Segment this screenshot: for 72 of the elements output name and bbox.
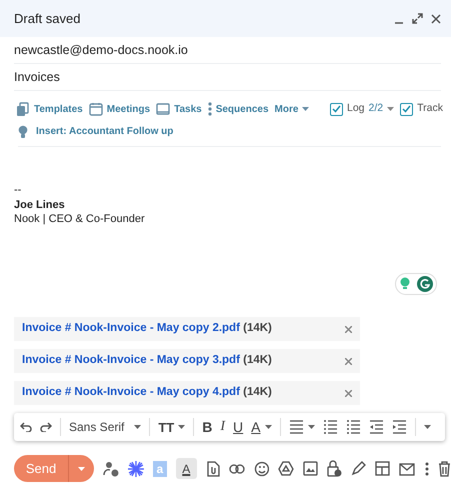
calendar-icon (88, 102, 103, 116)
dots-icon (208, 102, 212, 116)
signature-title: Nook | CEO & Co-Founder (14, 212, 146, 226)
window-title: Draft saved (14, 10, 80, 28)
link-icon[interactable] (228, 464, 245, 474)
trash-icon[interactable] (438, 460, 451, 476)
attach-file-icon[interactable] (206, 460, 220, 476)
indent-icon[interactable] (392, 420, 407, 434)
signature-name: Joe Lines (14, 198, 66, 212)
text-size-dropdown[interactable]: TT (158, 420, 186, 434)
checkbox[interactable] (330, 102, 343, 116)
italic-button[interactable]: I (220, 420, 226, 434)
image-icon[interactable] (303, 461, 318, 476)
g-logo-icon (416, 276, 432, 292)
caret-icon (134, 425, 142, 429)
caret-icon (302, 107, 310, 111)
signature-separator: -- (14, 183, 22, 198)
copy-icon (16, 102, 30, 116)
underline-button[interactable]: U (233, 420, 244, 434)
lightbulb-icon (18, 124, 28, 138)
window-icon (156, 102, 170, 116)
more-menu[interactable]: More (274, 102, 310, 116)
tool-link[interactable]: Templates (34, 102, 83, 116)
caret-icon (424, 425, 431, 429)
attachment-link[interactable]: Invoice # Nook-Invoice - May copy 4.pdf (22, 386, 240, 398)
numbered-list-icon[interactable] (322, 420, 338, 434)
tool-link[interactable]: Tasks (174, 102, 202, 116)
attachment-size: (14K) (243, 354, 272, 366)
caret-icon (178, 425, 186, 429)
remove-icon[interactable] (345, 326, 352, 332)
expand-icon[interactable] (412, 13, 423, 24)
bulleted-list-icon[interactable] (346, 420, 361, 434)
grammarly-widget[interactable] (395, 273, 437, 295)
triangle-icon[interactable] (278, 461, 294, 476)
outdent-icon[interactable] (368, 420, 384, 434)
attachment-link[interactable]: Invoice # Nook-Invoice - May copy 2.pdf (22, 322, 240, 334)
close-icon[interactable] (431, 14, 441, 24)
caret-icon (387, 107, 394, 111)
bold-button[interactable]: B (202, 420, 212, 434)
lightbulb-icon (400, 277, 410, 291)
more-vertical-icon[interactable] (425, 462, 430, 476)
remove-icon[interactable] (345, 390, 352, 396)
log-label: Log (346, 101, 365, 116)
asterisk-icon[interactable] (128, 460, 144, 476)
align-icon[interactable] (288, 420, 304, 434)
remove-icon[interactable] (345, 358, 352, 364)
attachment-size: (14K) (243, 322, 272, 334)
send-options-button[interactable] (68, 455, 94, 482)
log-count: 2/2 (368, 101, 384, 116)
attachment-link[interactable]: Invoice # Nook-Invoice - May copy 3.pdf (22, 354, 240, 366)
caret-icon (264, 425, 272, 429)
checkbox[interactable] (400, 102, 414, 116)
text-color-button[interactable]: A (251, 420, 272, 434)
person-check-icon[interactable] (103, 460, 119, 476)
attachment-size: (14K) (243, 386, 272, 398)
caret-icon (308, 425, 315, 429)
font-dropdown[interactable]: Sans Serif (69, 421, 142, 433)
undo-icon[interactable] (20, 422, 32, 432)
redo-icon[interactable] (40, 422, 52, 432)
subject-field[interactable]: Invoices (14, 68, 441, 86)
envelope-icon[interactable] (399, 461, 416, 476)
layout-icon[interactable] (375, 461, 390, 476)
emoji-icon[interactable] (254, 460, 270, 476)
pen-icon[interactable] (351, 461, 366, 476)
tool-link[interactable]: Meetings (106, 102, 150, 116)
recipient-field[interactable]: newcastle@demo-docs.nook.io (14, 40, 441, 60)
formatting-toggle[interactable]: A (176, 458, 197, 479)
lock-clock-icon[interactable] (327, 460, 342, 477)
track-label: Track (417, 101, 443, 116)
tool-link[interactable]: Sequences (216, 102, 269, 116)
caret-icon (78, 466, 85, 470)
insert-snippet-link[interactable]: Insert: Accountant Follow up (36, 124, 174, 139)
